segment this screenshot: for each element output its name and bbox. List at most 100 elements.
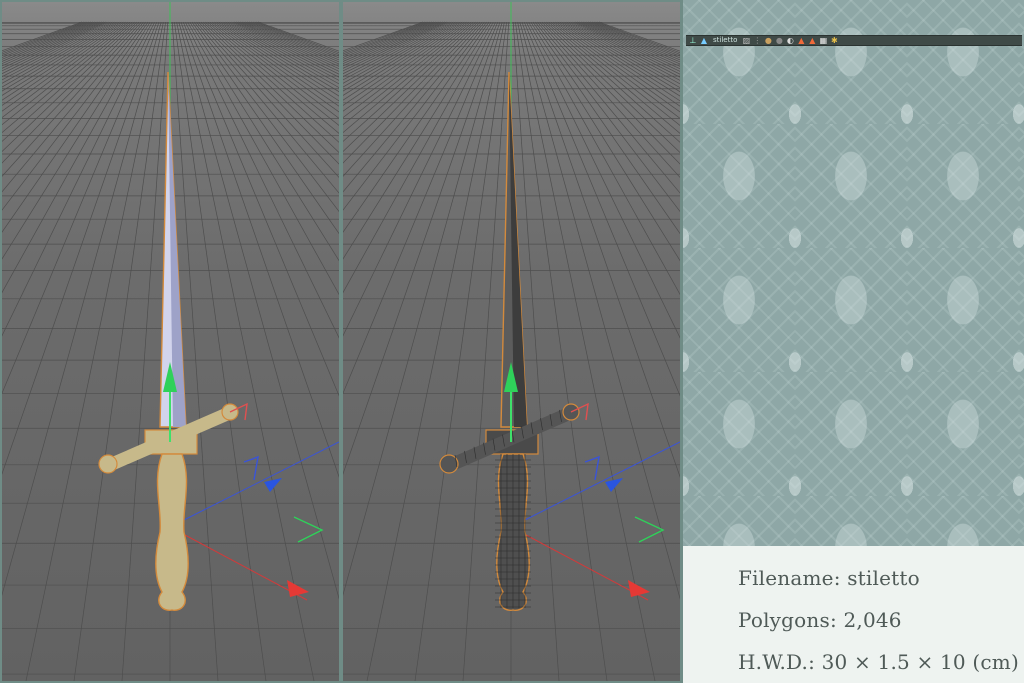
grid-line xyxy=(343,21,488,211)
viewport-perspective-left[interactable] xyxy=(2,2,339,681)
grid-line xyxy=(343,21,468,112)
grid-line xyxy=(227,21,339,85)
grid-line xyxy=(552,21,680,119)
grid-line xyxy=(343,21,457,88)
grid-line xyxy=(532,21,680,235)
filename-label: Filename: stiletto xyxy=(738,566,920,590)
grid-line xyxy=(343,21,465,106)
grid-line xyxy=(185,21,339,339)
star-icon[interactable]: ✱ xyxy=(830,36,838,45)
grid-line xyxy=(25,21,164,681)
grid-line xyxy=(343,21,452,81)
grid-line xyxy=(517,21,656,681)
grid-line xyxy=(515,21,608,681)
grid-line xyxy=(2,21,131,126)
grid-line xyxy=(73,21,166,681)
grid-line xyxy=(233,21,339,75)
object-row[interactable]: ⊥ ▲ stiletto ▨ ⋮ ● ● ◐ ▲ ▲ ▦ ✱ xyxy=(686,35,1022,46)
texture-checker-icon[interactable]: ▦ xyxy=(819,36,828,45)
grid-line xyxy=(2,21,124,106)
grid-line xyxy=(343,21,477,142)
grid-line xyxy=(2,21,162,596)
grid-line xyxy=(343,21,470,119)
stiletto-model-wireframe[interactable] xyxy=(439,71,580,611)
grid-line xyxy=(2,21,111,81)
grid-line xyxy=(545,21,680,143)
grid-line xyxy=(2,21,144,193)
object-name[interactable]: stiletto xyxy=(713,36,737,45)
grid-line xyxy=(530,21,680,262)
material-sphere-icon[interactable]: ● xyxy=(764,36,772,45)
grid-line xyxy=(244,21,339,63)
grid-line xyxy=(196,21,339,194)
viewport-perspective-right[interactable] xyxy=(343,2,680,681)
grid-line xyxy=(572,21,680,78)
grid-line xyxy=(343,21,463,101)
object-manager-panel: ⊥ ▲ stiletto ▨ ⋮ ● ● ◐ ▲ ▲ ▦ ✱ xyxy=(683,0,1024,546)
material-sphere-icon[interactable]: ● xyxy=(775,36,783,45)
scene-right[interactable] xyxy=(343,2,680,681)
grid-line xyxy=(211,21,339,119)
grid-line xyxy=(222,21,339,93)
null-icon[interactable]: ⊥ xyxy=(689,36,697,45)
grid-line xyxy=(2,21,133,133)
grid-line xyxy=(176,21,315,681)
grid-line xyxy=(343,21,454,84)
grid-line xyxy=(414,21,507,681)
grid-line xyxy=(2,21,113,84)
phong-triangle-icon[interactable]: ▲ xyxy=(797,36,805,45)
grid-line xyxy=(343,21,472,126)
object-icon[interactable]: ▲ xyxy=(700,36,708,45)
grid-line xyxy=(191,21,339,235)
phong-triangle-icon[interactable]: ▲ xyxy=(808,36,816,45)
grid-line xyxy=(343,21,474,133)
grid-line xyxy=(2,21,149,233)
grid-line xyxy=(253,21,339,55)
grid-line xyxy=(343,21,503,596)
grid-line xyxy=(343,21,490,233)
scene-left[interactable] xyxy=(2,2,339,681)
grid-line xyxy=(189,21,339,262)
grid-line xyxy=(2,21,136,142)
polygon-count-label: Polygons: 2,046 xyxy=(738,608,902,632)
grid-line xyxy=(366,21,505,681)
grid-line xyxy=(594,21,680,55)
grid-line xyxy=(568,21,680,85)
grid-line xyxy=(526,21,680,339)
grid-line xyxy=(534,21,680,212)
grid-line xyxy=(343,21,485,193)
grid-line xyxy=(2,21,147,211)
grid-line xyxy=(543,21,680,153)
grid-line xyxy=(204,21,339,143)
grid-line xyxy=(565,21,680,89)
grid-line xyxy=(2,21,100,67)
grid-line xyxy=(231,21,339,78)
grid-line xyxy=(343,21,450,78)
tag-icon[interactable]: ▨ xyxy=(742,36,751,45)
material-half-icon[interactable]: ◐ xyxy=(786,36,794,45)
grid-line xyxy=(570,21,680,81)
grid-line xyxy=(343,21,441,67)
grid-line xyxy=(198,21,339,178)
grid-line xyxy=(537,21,680,194)
grid-line xyxy=(2,21,127,112)
grid-line xyxy=(224,21,339,89)
grid-line xyxy=(174,21,267,681)
grid-line xyxy=(343,21,483,177)
grid-line xyxy=(528,21,680,296)
grid-line xyxy=(590,21,680,59)
grid-line xyxy=(229,21,339,81)
grid-line xyxy=(585,21,680,63)
stiletto-model-solid[interactable] xyxy=(98,71,239,611)
model-info-panel: Filename: stiletto Polygons: 2,046 H.W.D… xyxy=(683,546,1024,683)
grid-line xyxy=(220,21,339,97)
visibility-icon[interactable]: ⋮ xyxy=(753,36,761,45)
grid-line xyxy=(2,21,160,475)
grid-line xyxy=(2,21,129,119)
grid-line xyxy=(2,21,109,78)
grid-line xyxy=(2,21,142,177)
grid-line xyxy=(2,21,116,88)
grid-line xyxy=(343,21,430,57)
grid-line xyxy=(343,21,501,475)
grid-line xyxy=(563,21,680,93)
